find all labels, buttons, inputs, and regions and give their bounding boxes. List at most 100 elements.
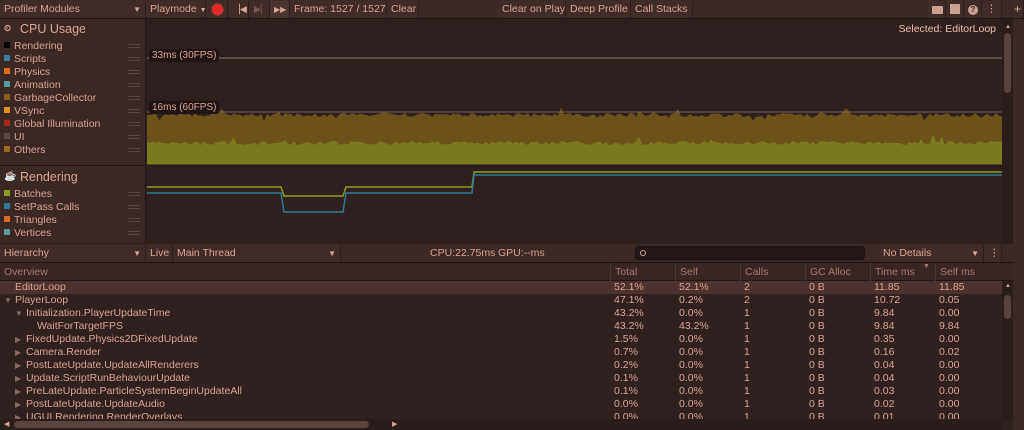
clear-button[interactable]: Clear <box>387 1 419 18</box>
legend-item[interactable]: Scripts <box>4 53 144 66</box>
drag-handle-icon[interactable] <box>128 148 140 152</box>
legend-item[interactable]: Physics <box>4 66 144 79</box>
column-header[interactable]: Calls <box>740 263 768 281</box>
table-row[interactable]: ▶ Update.ScriptRunBehaviourUpdate 0.1% 0.0%… <box>0 372 1002 385</box>
collapsed-arrow-icon[interactable]: ▶ <box>15 359 21 372</box>
legend-item[interactable]: Rendering <box>4 40 144 53</box>
scroll-thumb[interactable] <box>14 421 369 428</box>
drag-handle-icon[interactable] <box>128 44 140 48</box>
table-row[interactable]: EditorLoop 52.1% 52.1% 2 0 B 11.85 11.85 <box>0 281 1002 294</box>
column-header[interactable]: Self <box>675 263 698 281</box>
drag-handle-icon[interactable] <box>128 205 140 209</box>
live-toggle[interactable]: Live <box>146 245 173 262</box>
help-button[interactable]: ? <box>964 1 982 18</box>
drag-handle-icon[interactable] <box>128 57 140 61</box>
call-stacks-button[interactable]: Call Stacks <box>631 1 693 18</box>
row-value: 0.0% <box>679 346 703 358</box>
search-input[interactable] <box>635 246 865 260</box>
scroll-thumb[interactable] <box>1004 33 1011 93</box>
expanded-arrow-icon[interactable]: ▼ <box>4 294 12 307</box>
previous-frame-button[interactable]: ▕◀ <box>229 1 249 18</box>
row-value: 0.1% <box>614 372 638 384</box>
details-dropdown[interactable]: No Details ▼ <box>879 245 984 262</box>
collapsed-arrow-icon[interactable]: ▶ <box>15 333 21 346</box>
collapsed-arrow-icon[interactable]: ▶ <box>15 346 21 359</box>
legend-item[interactable]: Global Illumination <box>4 118 144 131</box>
collapsed-arrow-icon[interactable]: ▶ <box>15 385 21 398</box>
legend-item[interactable]: Triangles <box>4 214 144 227</box>
legend-item[interactable]: Batches <box>4 188 144 201</box>
row-name: PostLateUpdate.UpdateAllRenderers <box>26 359 199 371</box>
deep-profile-button[interactable]: Deep Profile <box>566 1 631 18</box>
legend-item[interactable]: Animation <box>4 79 144 92</box>
collapsed-arrow-icon[interactable]: ▶ <box>15 398 21 411</box>
drag-handle-icon[interactable] <box>128 218 140 222</box>
row-value: 1 <box>744 398 750 410</box>
row-value: 0 B <box>809 307 825 319</box>
table-row[interactable]: ▶ PreLateUpdate.ParticleSystemBeginUpdate… <box>0 385 1002 398</box>
expanded-arrow-icon[interactable]: ▼ <box>15 307 23 320</box>
legend-item[interactable]: SetPass Calls <box>4 201 144 214</box>
playmode-dropdown[interactable]: Playmode ▼ <box>146 1 207 18</box>
legend-label: Batches <box>14 188 52 200</box>
thread-dropdown[interactable]: Main Thread ▼ <box>173 245 341 262</box>
table-hscrollbar[interactable]: ◀ ▶ <box>0 419 1002 430</box>
table-row[interactable]: ▶ PostLateUpdate.UpdateAllRenderers 0.2% 0.… <box>0 359 1002 372</box>
collapsed-arrow-icon[interactable]: ▶ <box>15 372 21 385</box>
row-value: 0.00 <box>939 372 960 384</box>
collapsed-arrow-icon[interactable]: ▶ <box>15 411 21 419</box>
clear-on-play-button[interactable]: Clear on Play <box>498 1 566 18</box>
table-row[interactable]: ▶ Camera.Render 0.7% 0.0% 1 0 B 0.16 0.02 <box>0 346 1002 359</box>
chart-area[interactable] <box>147 19 1002 243</box>
thread-label: Main Thread <box>177 247 236 259</box>
legend-item[interactable]: Vertices <box>4 227 144 240</box>
load-button[interactable] <box>928 1 946 18</box>
column-header[interactable]: Time ms <box>870 263 915 281</box>
cpu-usage-title[interactable]: CPU Usage <box>20 22 86 36</box>
row-value: 2 <box>744 281 750 293</box>
legend-item[interactable]: VSync <box>4 105 144 118</box>
scroll-thumb[interactable] <box>1004 295 1011 319</box>
row-value: 11.85 <box>939 281 965 293</box>
drag-handle-icon[interactable] <box>128 109 140 113</box>
table-row[interactable]: ▶ FixedUpdate.Physics2DFixedUpdate 1.5% 0.0… <box>0 333 1002 346</box>
row-value: 43.2% <box>679 320 709 332</box>
drag-handle-icon[interactable] <box>128 192 140 196</box>
table-row[interactable]: ▼ Initialization.PlayerUpdateTime 43.2% 0.0… <box>0 307 1002 320</box>
record-button[interactable] <box>207 1 228 18</box>
drag-handle-icon[interactable] <box>128 135 140 139</box>
hierarchy-options-button[interactable]: ⋮ <box>985 245 1002 262</box>
view-dropdown[interactable]: Hierarchy ▼ <box>0 245 146 262</box>
column-header[interactable]: Self ms <box>935 263 975 281</box>
table-row[interactable]: ▶ UGUI.Rendering.RenderOverlays 0.0% 0.0% 1 0… <box>0 411 1002 419</box>
save-button[interactable] <box>946 1 964 18</box>
more-options-button[interactable]: ⋮ <box>982 1 1002 18</box>
60fps-label: 16ms (60FPS) <box>149 101 220 114</box>
table-row[interactable]: WaitForTargetFPS 43.2% 43.2% 1 0 B 9.84 9.84 <box>0 320 1002 333</box>
add-tab-button[interactable]: + <box>1013 1 1024 18</box>
next-frame-button[interactable]: ▶▏ <box>250 1 270 18</box>
row-value: 0.0% <box>614 411 638 419</box>
column-header[interactable]: Overview <box>0 263 48 281</box>
profiler-charts[interactable]: 33ms (30FPS) 16ms (60FPS) Selected: Edit… <box>147 19 1002 243</box>
charts-scrollbar[interactable]: ▲ <box>1002 19 1013 243</box>
table-vscrollbar[interactable]: ▲ <box>1002 281 1013 419</box>
chevron-down-icon: ▼ <box>328 249 336 258</box>
row-value: 0.01 <box>874 411 895 419</box>
legend-item[interactable]: UI <box>4 131 144 144</box>
drag-handle-icon[interactable] <box>128 231 140 235</box>
column-header[interactable]: Total <box>610 263 637 281</box>
drag-handle-icon[interactable] <box>128 83 140 87</box>
rendering-title[interactable]: Rendering <box>20 170 78 184</box>
drag-handle-icon[interactable] <box>128 122 140 126</box>
current-frame-button[interactable]: ▶▶ <box>270 1 290 18</box>
column-header[interactable]: GC Alloc <box>805 263 851 281</box>
legend-item[interactable]: Others <box>4 144 144 157</box>
drag-handle-icon[interactable] <box>128 96 140 100</box>
profiler-modules-dropdown[interactable]: Profiler Modules ▼ <box>0 1 146 18</box>
table-row[interactable]: ▼ PlayerLoop 47.1% 0.2% 2 0 B 10.72 0.05 <box>0 294 1002 307</box>
legend-item[interactable]: GarbageCollector <box>4 92 144 105</box>
row-value: 0.00 <box>939 385 960 397</box>
table-row[interactable]: ▶ PostLateUpdate.UpdateAudio 0.0% 0.0% 1 0 B 0… <box>0 398 1002 411</box>
drag-handle-icon[interactable] <box>128 70 140 74</box>
